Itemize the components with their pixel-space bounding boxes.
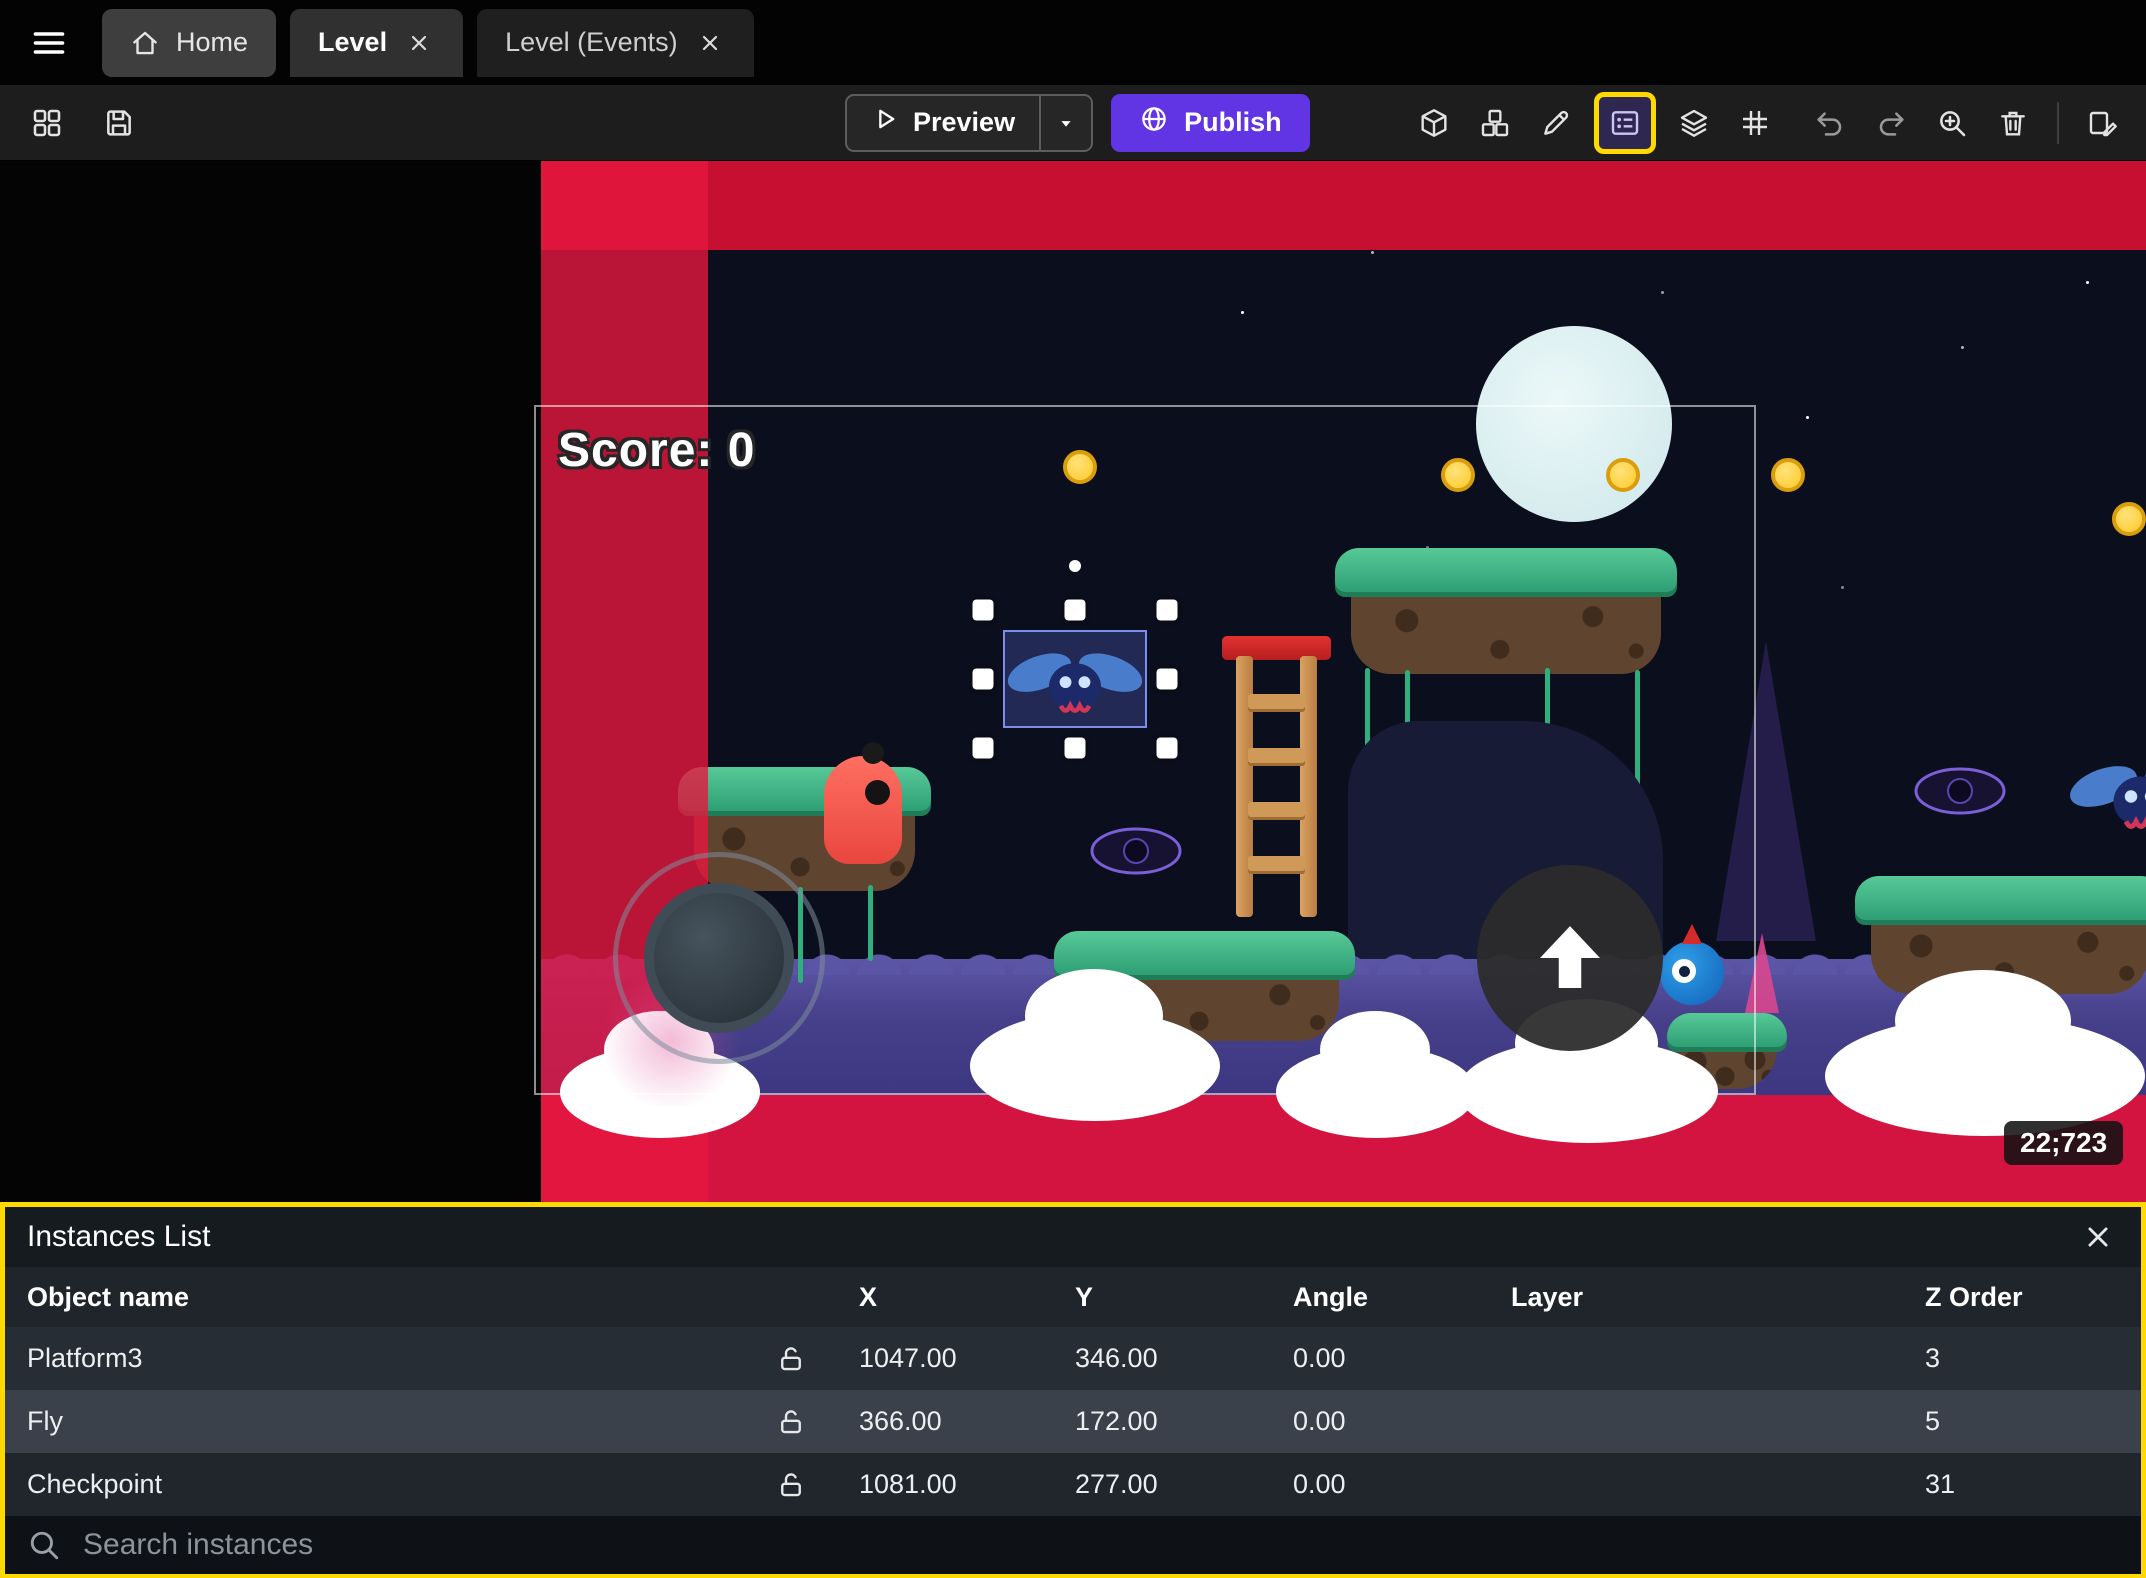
tab-level[interactable]: Level bbox=[290, 8, 464, 77]
panel-title: Instances List bbox=[27, 1220, 211, 1253]
scene-editor-canvas[interactable]: Score: 0 22;723 bbox=[0, 161, 2146, 1202]
selection-handle[interactable] bbox=[972, 599, 994, 621]
coin-sprite[interactable] bbox=[1771, 458, 1805, 492]
coin-sprite[interactable] bbox=[2112, 502, 2146, 536]
close-tab-icon[interactable] bbox=[694, 27, 726, 59]
instance-angle: 0.00 bbox=[1293, 1343, 1346, 1373]
cursor-coordinates-badge: 22;723 bbox=[2004, 1121, 2124, 1165]
play-icon bbox=[871, 105, 899, 140]
instance-name: Fly bbox=[27, 1406, 63, 1436]
save-icon[interactable] bbox=[96, 100, 142, 146]
zoom-in-icon[interactable] bbox=[1929, 100, 1975, 146]
column-angle: Angle bbox=[1293, 1281, 1369, 1312]
redo-icon[interactable] bbox=[1868, 100, 1914, 146]
preview-button[interactable]: Preview bbox=[845, 93, 1094, 152]
platform-grass bbox=[1855, 876, 2146, 920]
fly-sprite[interactable] bbox=[1004, 637, 1146, 737]
grid-icon[interactable] bbox=[1732, 100, 1778, 146]
gdevelop-editor-window: Home Level Level (Events) Preview Publis… bbox=[0, 0, 2146, 1578]
preview-label: Preview bbox=[913, 107, 1016, 137]
lock-open-icon[interactable] bbox=[745, 1407, 837, 1437]
tab-bar: Home Level Level (Events) bbox=[0, 0, 2146, 85]
home-icon bbox=[130, 28, 160, 58]
close-tab-icon[interactable] bbox=[403, 27, 435, 59]
tutorial-highlight-box bbox=[1594, 91, 1656, 154]
instance-x: 366.00 bbox=[859, 1406, 942, 1436]
lock-open-icon[interactable] bbox=[745, 1470, 837, 1500]
selection-handle[interactable] bbox=[972, 737, 994, 759]
globe-icon bbox=[1139, 104, 1169, 141]
toolbar-divider bbox=[2057, 101, 2059, 144]
instance-name: Platform3 bbox=[27, 1343, 143, 1373]
object-groups-icon[interactable] bbox=[1472, 100, 1518, 146]
red-band-top bbox=[541, 161, 2146, 250]
instance-y: 172.00 bbox=[1075, 1406, 1158, 1436]
search-icon bbox=[30, 1531, 59, 1560]
instance-row-fly[interactable]: Fly 366.00 172.00 0.00 5 bbox=[5, 1390, 2141, 1453]
instances-list-icon[interactable] bbox=[1602, 100, 1648, 146]
preview-dropdown-caret-icon[interactable] bbox=[1039, 95, 1091, 150]
column-z-order: Z Order bbox=[1925, 1281, 2023, 1312]
objects-3d-box-icon[interactable] bbox=[1411, 100, 1457, 146]
selection-handle[interactable] bbox=[1064, 599, 1086, 621]
tab-level-events[interactable]: Level (Events) bbox=[477, 8, 754, 77]
column-layer: Layer bbox=[1511, 1281, 1584, 1312]
instance-angle: 0.00 bbox=[1293, 1469, 1346, 1499]
tab-home[interactable]: Home bbox=[102, 8, 277, 77]
editor-toolbar: Preview Publish bbox=[0, 85, 2146, 161]
search-bar bbox=[5, 1516, 2141, 1574]
instance-z-order: 5 bbox=[1925, 1406, 1941, 1436]
search-instances-input[interactable] bbox=[83, 1528, 1483, 1562]
fly-sprite-offscreen[interactable] bbox=[2066, 749, 2146, 854]
eye-decoration bbox=[1912, 765, 2008, 817]
lock-open-icon[interactable] bbox=[745, 1344, 837, 1374]
instance-y: 277.00 bbox=[1075, 1469, 1158, 1499]
instance-x: 1047.00 bbox=[859, 1343, 957, 1373]
column-y: Y bbox=[1075, 1281, 1094, 1312]
column-object-name: Object name bbox=[27, 1281, 190, 1312]
instance-x: 1081.00 bbox=[859, 1469, 957, 1499]
instance-y: 346.00 bbox=[1075, 1343, 1158, 1373]
tab-level-label: Level bbox=[318, 27, 388, 57]
selection-handle[interactable] bbox=[1156, 668, 1178, 690]
score-text[interactable]: Score: 0 bbox=[558, 423, 755, 478]
tab-level-events-label: Level (Events) bbox=[505, 27, 678, 57]
instances-table-header: Object name X Y Angle Layer Z Order bbox=[5, 1267, 2141, 1327]
hamburger-menu-icon[interactable] bbox=[24, 18, 74, 68]
fly-selection[interactable] bbox=[972, 560, 1178, 759]
layers-icon[interactable] bbox=[1671, 100, 1717, 146]
rotation-handle[interactable] bbox=[1069, 560, 1081, 572]
panels-icon[interactable] bbox=[24, 100, 70, 146]
undo-icon[interactable] bbox=[1807, 100, 1853, 146]
close-panel-icon[interactable] bbox=[2083, 1222, 2113, 1252]
instance-angle: 0.00 bbox=[1293, 1406, 1346, 1436]
trash-icon[interactable] bbox=[1990, 100, 2036, 146]
edit-properties-icon[interactable] bbox=[2080, 100, 2126, 146]
selection-handle[interactable] bbox=[1156, 599, 1178, 621]
selection-handle[interactable] bbox=[1156, 737, 1178, 759]
selection-handle[interactable] bbox=[972, 668, 994, 690]
instances-list-panel: Instances List Object name X Y Angle Lay… bbox=[0, 1202, 2146, 1578]
instance-z-order: 31 bbox=[1925, 1469, 1956, 1499]
selection-handle[interactable] bbox=[1064, 737, 1086, 759]
column-x: X bbox=[859, 1281, 878, 1312]
publish-label: Publish bbox=[1184, 107, 1282, 137]
publish-button[interactable]: Publish bbox=[1111, 93, 1310, 152]
instance-row-checkpoint[interactable]: Checkpoint 1081.00 277.00 0.00 31 bbox=[5, 1453, 2141, 1516]
instance-z-order: 3 bbox=[1925, 1343, 1941, 1373]
tab-home-label: Home bbox=[176, 27, 249, 57]
cloud-decoration bbox=[1825, 970, 2145, 1136]
instance-row-platform3[interactable]: Platform3 1047.00 346.00 0.00 3 bbox=[5, 1327, 2141, 1390]
instance-name: Checkpoint bbox=[27, 1469, 163, 1499]
edit-pencil-icon[interactable] bbox=[1533, 100, 1579, 146]
